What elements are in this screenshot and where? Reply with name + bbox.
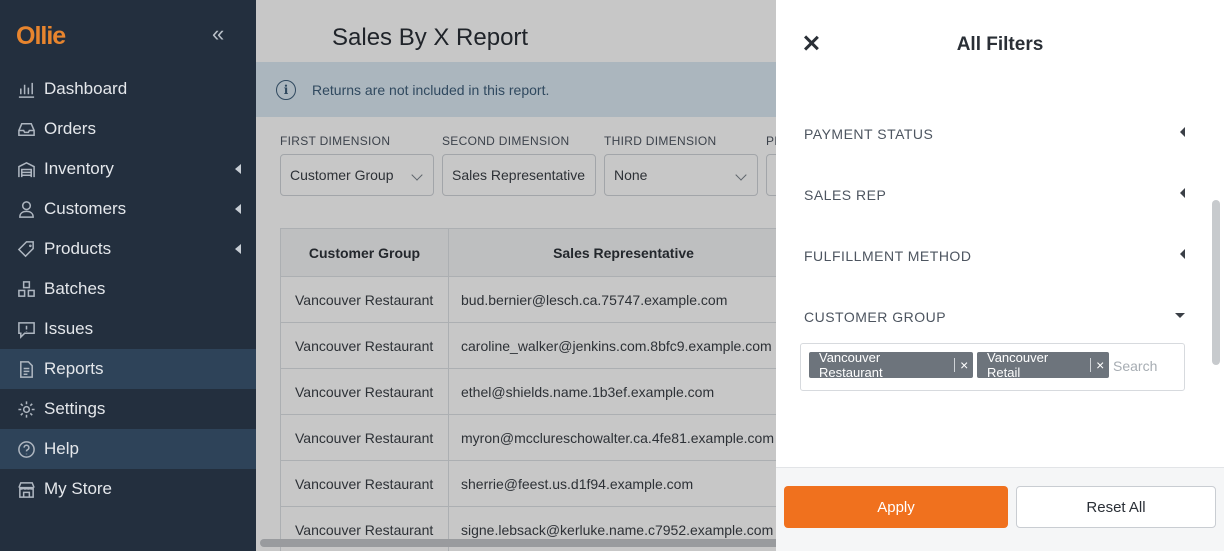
sidebar-item-my-store[interactable]: My Store	[0, 469, 256, 509]
sidebar-item-label: Orders	[44, 119, 96, 138]
sidebar-item-label: Products	[44, 239, 112, 258]
sidebar-item-reports[interactable]: Reports	[0, 349, 256, 389]
caret-left-icon[interactable]	[1180, 188, 1185, 198]
sidebar-item-help[interactable]: Help	[0, 429, 256, 469]
sidebar-item-batches[interactable]: Batches	[0, 269, 256, 309]
expand-arrow-icon[interactable]	[235, 244, 241, 254]
caret-left-icon[interactable]	[1180, 249, 1185, 259]
vertical-scrollbar[interactable]	[1212, 200, 1220, 365]
panel-title: All Filters	[956, 34, 1044, 55]
ollie-logo[interactable]: Ollie	[16, 22, 66, 51]
filter-customer-group[interactable]: CUSTOMER GROUP	[804, 309, 946, 325]
alert-icon	[16, 319, 36, 339]
gear-icon	[16, 399, 36, 419]
sidebar-item-label: Reports	[44, 359, 104, 378]
sidebar-item-dashboard[interactable]: Dashboard	[0, 69, 256, 109]
sidebar-item-issues[interactable]: Issues	[0, 309, 256, 349]
selected-tag: Vancouver Restaurant ×	[809, 350, 973, 380]
inbox-icon	[16, 119, 36, 139]
sidebar-item-customers[interactable]: Customers	[0, 189, 256, 229]
sidebar-item-label: Batches	[44, 279, 106, 298]
collapse-sidebar-icon[interactable]: «	[212, 23, 224, 45]
sidebar-item-inventory[interactable]: Inventory	[0, 149, 256, 189]
sidebar-item-label: My Store	[44, 479, 113, 498]
tag-search-input[interactable]: Search	[1113, 358, 1157, 374]
tag-label: Vancouver Retail	[987, 350, 1049, 380]
panel-footer: Apply Reset All	[776, 467, 1224, 551]
sidebar-item-label: Dashboard	[44, 79, 128, 98]
caret-down-icon[interactable]	[1175, 313, 1185, 318]
caret-left-icon[interactable]	[1180, 127, 1185, 137]
store-icon	[16, 479, 36, 499]
filter-payment-status[interactable]: PAYMENT STATUS	[804, 126, 933, 142]
expand-arrow-icon[interactable]	[235, 164, 241, 174]
sidebar-item-label: Customers	[44, 199, 127, 218]
document-icon	[16, 359, 36, 379]
tag-label: Vancouver Restaurant	[819, 350, 883, 380]
selected-tag: Vancouver Retail ×	[977, 350, 1109, 380]
sidebar-item-label: Settings	[44, 399, 106, 418]
sidebar: Ollie « Dashboard Orders Inventory Custo…	[0, 0, 256, 551]
warehouse-icon	[16, 159, 36, 179]
sidebar-item-label: Help	[44, 439, 79, 458]
help-icon	[16, 439, 36, 459]
remove-tag-icon[interactable]: ×	[955, 357, 973, 373]
filter-sales-rep[interactable]: SALES REP	[804, 187, 886, 203]
sidebar-nav: Dashboard Orders Inventory Customers Pro…	[0, 69, 256, 509]
sidebar-item-label: Inventory	[44, 159, 114, 178]
customer-group-multiselect[interactable]: Vancouver Restaurant × Vancouver Retail …	[800, 343, 1185, 391]
filter-fulfillment-method[interactable]: FULFILLMENT METHOD	[804, 248, 971, 264]
expand-arrow-icon[interactable]	[235, 204, 241, 214]
all-filters-panel: All Filters PAYMENT STATUS SALES REP FUL…	[776, 0, 1224, 551]
sidebar-item-orders[interactable]: Orders	[0, 109, 256, 149]
boxes-icon	[16, 279, 36, 299]
sidebar-item-settings[interactable]: Settings	[0, 389, 256, 429]
sidebar-item-label: Issues	[44, 319, 94, 338]
tag-icon	[16, 239, 36, 259]
chart-icon	[16, 79, 36, 99]
sidebar-item-products[interactable]: Products	[0, 229, 256, 269]
user-icon	[16, 199, 36, 219]
reset-all-button[interactable]: Reset All	[1016, 486, 1216, 528]
apply-button[interactable]: Apply	[784, 486, 1008, 528]
remove-tag-icon[interactable]: ×	[1091, 357, 1109, 373]
